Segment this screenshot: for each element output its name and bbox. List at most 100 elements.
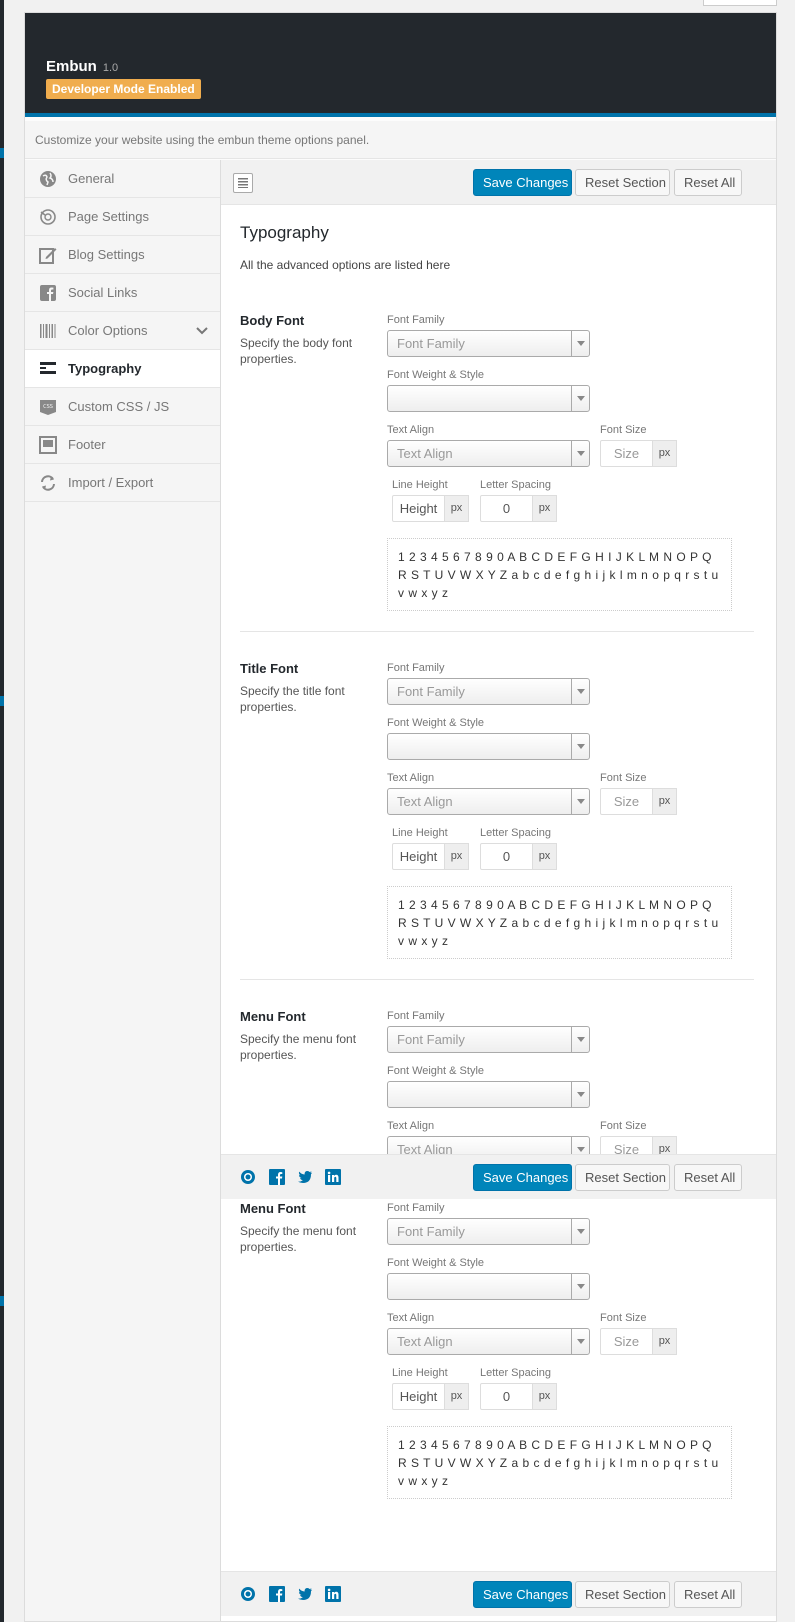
letter-spacing-label: Letter Spacing <box>480 827 551 839</box>
linkedin-icon[interactable] <box>325 1586 341 1602</box>
menu-font-field: Menu Font Specify the menu font properti… <box>240 1201 754 1530</box>
letter-spacing-label: Letter Spacing <box>480 479 551 491</box>
select-placeholder: Text Align <box>397 1334 453 1349</box>
chevron-down-icon[interactable] <box>196 324 208 339</box>
css-icon: CSS <box>39 398 57 416</box>
font-weight-select[interactable] <box>387 1273 590 1300</box>
options-sidebar: General Page Settings Blog Settings Soci… <box>25 160 221 1621</box>
text-align-select[interactable]: Text Align <box>387 1328 590 1355</box>
font-size-unit: px <box>653 1328 677 1355</box>
text-align-label: Text Align <box>387 424 435 436</box>
reset-all-button[interactable]: Reset All <box>674 169 742 196</box>
select-arrow-icon <box>571 1137 589 1154</box>
facebook-icon[interactable] <box>269 1169 285 1185</box>
reset-section-button[interactable]: Reset Section <box>575 1581 670 1608</box>
reset-all-button[interactable]: Reset All <box>674 1164 742 1191</box>
page-settings-icon <box>39 208 57 226</box>
font-size-label: Font Size <box>600 772 647 784</box>
font-weight-select[interactable] <box>387 733 590 760</box>
line-height-label: Line Height <box>392 479 448 491</box>
reset-section-button[interactable]: Reset Section <box>575 169 670 196</box>
letter-spacing-label: Letter Spacing <box>480 1367 551 1379</box>
font-preview: 1 2 3 4 5 6 7 8 9 0 A B C D E F G H I J … <box>387 886 732 959</box>
field-title: Menu Font <box>240 1201 306 1216</box>
sidebar-item-label: Page Settings <box>68 209 149 224</box>
sidebar-item-typography[interactable]: Typography <box>25 350 220 388</box>
reset-all-button[interactable]: Reset All <box>674 1581 742 1608</box>
sidebar-item-blog-settings[interactable]: Blog Settings <box>25 236 220 274</box>
font-size-input[interactable]: Size <box>600 440 653 467</box>
font-weight-select[interactable] <box>387 385 590 412</box>
field-title: Body Font <box>240 313 305 328</box>
sidebar-item-social-links[interactable]: Social Links <box>25 274 220 312</box>
font-size-label: Font Size <box>600 1312 647 1324</box>
support-icon[interactable] <box>240 1169 256 1185</box>
screen-options-tab[interactable] <box>703 0 777 6</box>
sidebar-item-general[interactable]: General <box>25 160 220 198</box>
title-font-field: Title Font Specify the title font proper… <box>240 661 754 991</box>
save-changes-button[interactable]: Save Changes <box>473 169 572 196</box>
letter-spacing-input[interactable]: 0 <box>480 1383 533 1410</box>
sidebar-item-footer[interactable]: Footer <box>25 426 220 464</box>
panel-header: Embun 1.0 Developer Mode Enabled <box>25 13 776 117</box>
select-arrow-icon <box>571 1274 589 1299</box>
section-description: All the advanced options are listed here <box>240 258 451 272</box>
letter-spacing-unit: px <box>533 495 557 522</box>
text-align-select[interactable]: Text Align <box>387 1136 590 1154</box>
line-height-input[interactable]: Height <box>392 843 445 870</box>
select-arrow-icon <box>571 734 589 759</box>
font-family-select[interactable]: Font Family <box>387 1218 590 1245</box>
theme-name: Embun <box>46 58 97 75</box>
twitter-icon[interactable] <box>297 1586 313 1602</box>
sidebar-item-custom-css-js[interactable]: CSS Custom CSS / JS <box>25 388 220 426</box>
linkedin-icon[interactable] <box>325 1169 341 1185</box>
font-family-select[interactable]: Font Family <box>387 330 590 357</box>
select-arrow-icon <box>571 1027 589 1052</box>
font-size-unit: px <box>653 440 677 467</box>
support-icon[interactable] <box>240 1586 256 1602</box>
font-size-input[interactable]: Size <box>600 1328 653 1355</box>
edge-accent <box>0 1296 4 1306</box>
typography-section: Typography All the advanced options are … <box>221 205 776 1154</box>
sidebar-item-page-settings[interactable]: Page Settings <box>25 198 220 236</box>
line-height-input[interactable]: Height <box>392 495 445 522</box>
save-changes-button[interactable]: Save Changes <box>473 1164 572 1191</box>
twitter-icon[interactable] <box>297 1169 313 1185</box>
text-align-select[interactable]: Text Align <box>387 788 590 815</box>
sidebar-item-color-options[interactable]: Color Options <box>25 312 220 350</box>
sidebar-item-label: Social Links <box>68 285 138 300</box>
font-weight-label: Font Weight & Style <box>387 717 485 729</box>
letter-spacing-input[interactable]: 0 <box>480 843 533 870</box>
font-family-label: Font Family <box>387 1202 445 1214</box>
select-placeholder: Font Family <box>397 336 465 351</box>
field-divider <box>240 631 754 632</box>
select-arrow-icon <box>571 386 589 411</box>
options-panel: Embun 1.0 Developer Mode Enabled Customiz… <box>24 12 777 1622</box>
text-align-select[interactable]: Text Align <box>387 440 590 467</box>
admin-sidebar-edge <box>0 0 4 1622</box>
select-arrow-icon <box>571 1329 589 1354</box>
font-size-input[interactable]: Size <box>600 788 653 815</box>
bottom-toolbar: Save Changes Reset Section Reset All <box>221 1571 776 1616</box>
font-family-select[interactable]: Font Family <box>387 1026 590 1053</box>
font-weight-select[interactable] <box>387 1081 590 1108</box>
line-height-input[interactable]: Height <box>392 1383 445 1410</box>
facebook-icon[interactable] <box>269 1586 285 1602</box>
letter-spacing-input[interactable]: 0 <box>480 495 533 522</box>
text-align-label: Text Align <box>387 1120 435 1132</box>
options-main: Save Changes Reset Section Reset All Typ… <box>221 160 776 1621</box>
reset-section-button[interactable]: Reset Section <box>575 1164 670 1191</box>
sidebar-item-import-export[interactable]: Import / Export <box>25 464 220 502</box>
font-weight-label: Font Weight & Style <box>387 1065 485 1077</box>
save-changes-button[interactable]: Save Changes <box>473 1581 572 1608</box>
font-size-input[interactable]: Size <box>600 1136 653 1154</box>
expand-options-icon[interactable] <box>233 173 253 193</box>
font-size-label: Font Size <box>600 424 647 436</box>
edge-accent <box>0 148 4 158</box>
text-align-label: Text Align <box>387 772 435 784</box>
refresh-icon <box>39 474 57 492</box>
font-family-select[interactable]: Font Family <box>387 678 590 705</box>
field-description: Specify the title font properties. <box>240 684 345 714</box>
menu-font-field: Menu Font Specify the menu font properti… <box>240 1009 754 1154</box>
font-size-unit: px <box>653 788 677 815</box>
